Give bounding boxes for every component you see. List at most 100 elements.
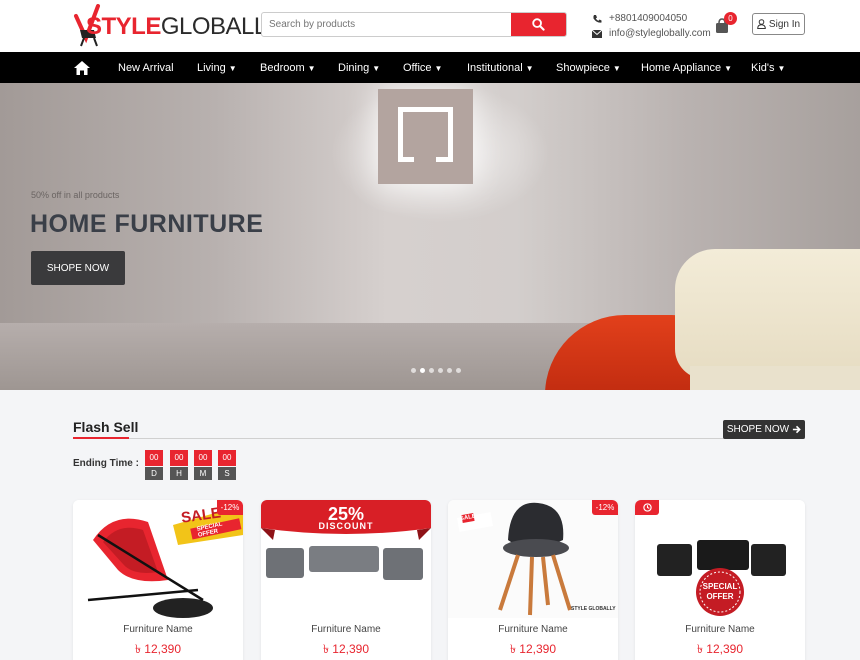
nav-item-office[interactable]: Office ▼	[403, 52, 442, 83]
product-card[interactable]: SALE STYLE GLOBALLY -12% Furniture Name …	[448, 500, 618, 660]
product-name: Furniture Name	[123, 624, 193, 635]
phone-number: +8801409004050	[609, 13, 688, 24]
search-input[interactable]	[262, 13, 512, 36]
slider-dot[interactable]	[429, 368, 434, 373]
nav-item-kids[interactable]: Kid's ▼	[751, 52, 785, 83]
nav-item-label: Living	[197, 62, 226, 74]
main-nav: New Arrival Living ▼ Bedroom ▼ Dining ▼ Off…	[0, 52, 860, 83]
search-icon	[532, 18, 545, 31]
product-image: SPECIAL OFFER	[635, 500, 805, 618]
countdown-hours: 00 H	[170, 450, 188, 480]
nav-item-living[interactable]: Living ▼	[197, 52, 237, 83]
contact-info: +8801409004050 info@styleglobally.com	[592, 11, 711, 41]
flash-sell-title: Flash Sell	[73, 419, 139, 435]
nav-item-bedroom[interactable]: Bedroom ▼	[260, 52, 316, 83]
chevron-down-icon: ▼	[777, 64, 786, 73]
chevron-down-icon: ▼	[307, 64, 316, 73]
special-badge-text: SPECIAL	[702, 582, 738, 591]
countdown-value: 00	[145, 450, 163, 466]
nav-item-showpiece[interactable]: Showpiece ▼	[556, 52, 621, 83]
header: STYLEGLOBALLY +8801409004050 info@styleg…	[0, 0, 860, 52]
slider-dot[interactable]	[456, 368, 461, 373]
nav-item-label: Kid's	[751, 62, 775, 74]
chevron-down-icon: ▼	[228, 64, 237, 73]
search-button[interactable]	[511, 13, 566, 36]
discount-badge: -12%	[592, 500, 618, 515]
slider-dot[interactable]	[447, 368, 452, 373]
email-address: info@styleglobally.com	[609, 28, 711, 39]
product-name: Furniture Name	[685, 624, 755, 635]
clock-icon	[642, 503, 652, 512]
countdown-seconds: 00 S	[218, 450, 236, 480]
countdown-value: 00	[218, 450, 236, 466]
nav-item-institutional[interactable]: Institutional ▼	[467, 52, 534, 83]
section-divider	[73, 438, 805, 439]
nav-item-home-appliance[interactable]: Home Appliance ▼	[641, 52, 732, 83]
discount-banner-sub: DISCOUNT	[318, 521, 374, 531]
sign-in-label: Sign In	[768, 18, 801, 30]
product-price: ৳ 12,390	[509, 642, 556, 656]
sofa-cushion-image	[675, 249, 860, 379]
nav-item-label: Showpiece	[556, 62, 610, 74]
product-price: ৳ 12,390	[322, 642, 369, 656]
logo-text-style: STYLE	[86, 13, 161, 40]
chevron-down-icon: ▼	[434, 64, 443, 73]
nav-item-new-arrival[interactable]: New Arrival	[118, 52, 174, 83]
chevron-down-icon: ▼	[525, 64, 534, 73]
slider-dots	[411, 368, 461, 373]
countdown-unit: H	[170, 467, 188, 480]
ending-time-label: Ending Time :	[73, 458, 139, 469]
hero-subtitle: 50% off in all products	[31, 190, 120, 200]
countdown-minutes: 00 M	[194, 450, 212, 480]
user-icon	[757, 19, 766, 29]
special-badge-sub: OFFER	[706, 592, 734, 601]
timer-badge	[635, 500, 659, 515]
hero-banner: 50% off in all products HOME FURNITURE S…	[0, 83, 860, 390]
cart-count-badge: 0	[724, 12, 737, 25]
nav-item-label: Bedroom	[260, 62, 305, 74]
product-card[interactable]: SALE SPECIAL OFFER -12% Furniture Name ৳…	[73, 500, 243, 660]
countdown-value: 00	[170, 450, 188, 466]
arrow-right-icon	[793, 425, 801, 434]
nav-item-label: New Arrival	[118, 62, 174, 74]
logo[interactable]: STYLEGLOBALLY	[72, 4, 281, 48]
product-card[interactable]: 25% DISCOUNT Furniture Name ৳ 12,390	[261, 500, 431, 660]
countdown-days: 00 D	[145, 450, 163, 480]
chevron-down-icon: ▼	[724, 64, 733, 73]
title-underline	[73, 437, 129, 439]
nav-item-label: Home Appliance	[641, 62, 722, 74]
product-price: ৳ 12,390	[134, 642, 181, 656]
watermark-text: STYLE GLOBALLY	[571, 606, 616, 612]
discount-badge: -12%	[217, 500, 243, 515]
product-image: SALE SPECIAL OFFER	[73, 500, 243, 618]
wall-lamp-image	[378, 89, 473, 184]
hero-title: HOME FURNITURE	[30, 210, 264, 238]
nav-home[interactable]	[73, 57, 91, 77]
lamp-gap	[414, 154, 436, 163]
sofa-base-image	[690, 366, 860, 390]
email-icon	[592, 29, 602, 38]
countdown-unit: M	[194, 467, 212, 480]
cart-button[interactable]: 0	[714, 12, 737, 36]
search-bar	[261, 12, 567, 37]
nav-item-dining[interactable]: Dining ▼	[338, 52, 380, 83]
product-image: 25% DISCOUNT	[261, 500, 431, 618]
countdown-unit: S	[218, 467, 236, 480]
product-card[interactable]: SPECIAL OFFER Furniture Name ৳ 12,390	[635, 500, 805, 660]
flash-shop-now-label: SHOPE NOW	[726, 424, 790, 435]
sign-in-button[interactable]: Sign In	[752, 13, 805, 35]
hero-shop-now-button[interactable]: SHOPE NOW	[31, 251, 125, 285]
nav-item-label: Dining	[338, 62, 370, 74]
product-name: Furniture Name	[498, 624, 568, 635]
slider-dot[interactable]	[411, 368, 416, 373]
nav-item-label: Institutional	[467, 62, 523, 74]
chevron-down-icon: ▼	[612, 64, 621, 73]
slider-dot-active[interactable]	[420, 368, 425, 373]
product-name: Furniture Name	[311, 624, 381, 635]
home-icon	[74, 61, 90, 75]
slider-dot[interactable]	[438, 368, 443, 373]
product-price: ৳ 12,390	[696, 642, 743, 656]
chevron-down-icon: ▼	[372, 64, 381, 73]
nav-item-label: Office	[403, 62, 432, 74]
flash-shop-now-button[interactable]: SHOPE NOW	[723, 420, 805, 439]
